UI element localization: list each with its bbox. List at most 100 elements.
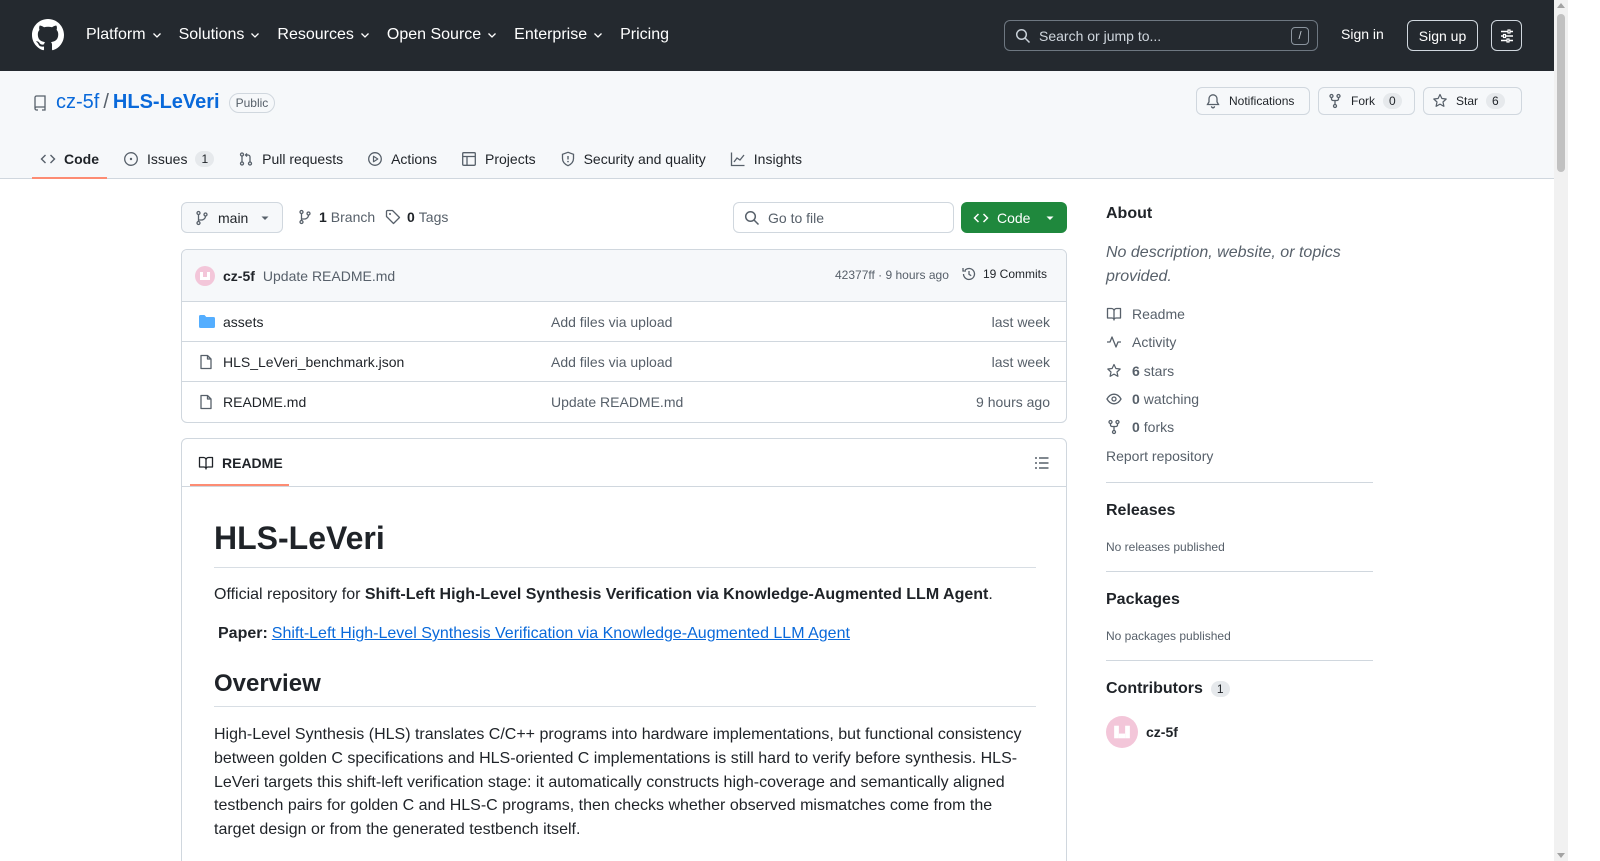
tab-label: Security and quality	[583, 151, 706, 167]
intro-suffix: .	[988, 586, 993, 603]
commit-hash-time[interactable]: 42377ff · 9 hours ago	[835, 268, 949, 282]
report-repository-link[interactable]: Report repository	[1106, 448, 1213, 464]
tab-pull-requests[interactable]: Pull requests	[230, 141, 351, 177]
tab-label: Actions	[391, 151, 438, 167]
file-row[interactable]: assets Add files via upload last week	[182, 302, 1066, 342]
branch-selector[interactable]: main	[181, 202, 283, 233]
readme-link[interactable]: Readme	[1106, 306, 1185, 322]
outline-list-icon[interactable]	[1034, 455, 1050, 471]
fork-button[interactable]: Fork 0	[1318, 87, 1415, 115]
sidebar-divider	[1106, 482, 1373, 483]
tag-count: 0	[407, 209, 415, 225]
sign-in-link[interactable]: Sign in	[1341, 26, 1384, 42]
paper-link[interactable]: Shift-Left High-Level Synthesis Verifica…	[272, 625, 850, 643]
about-heading: About	[1106, 205, 1153, 222]
tab-label: Issues	[147, 151, 188, 167]
tag-label: Tags	[418, 209, 449, 225]
branch-label: Branch	[330, 209, 376, 225]
fork-label: Fork	[1351, 94, 1375, 108]
watching-link[interactable]: 0 watching	[1106, 391, 1199, 407]
overview-text: High-Level Synthesis (HLS) translates C/…	[214, 726, 1022, 839]
star-button[interactable]: Star 6	[1423, 87, 1522, 115]
sliders-icon	[1500, 28, 1513, 43]
search-icon	[1015, 28, 1031, 43]
tab-insights[interactable]: Insights	[722, 141, 810, 177]
bell-icon	[1206, 94, 1220, 109]
contributors-heading[interactable]: Contributors	[1106, 680, 1203, 698]
commit-author-link[interactable]: cz-5f	[223, 268, 255, 284]
code-button[interactable]: Code	[961, 202, 1067, 233]
go-to-file-input[interactable]: Go to file	[733, 202, 954, 233]
tab-projects[interactable]: Projects	[453, 141, 544, 177]
file-icon	[200, 394, 212, 410]
nav-label: Enterprise	[514, 26, 588, 43]
tab-code[interactable]: Code	[32, 141, 107, 179]
nav-enterprise[interactable]: Enterprise	[514, 24, 604, 46]
page-scrollbar[interactable]	[1554, 0, 1568, 861]
file-date: 9 hours ago	[976, 394, 1050, 410]
file-row[interactable]: README.md Update README.md 9 hours ago	[182, 382, 1066, 422]
repo-owner-link[interactable]: cz-5f	[56, 91, 99, 114]
releases-heading[interactable]: Releases	[1106, 502, 1175, 520]
file-commit-message[interactable]: Add files via upload	[551, 354, 672, 370]
packages-heading[interactable]: Packages	[1106, 591, 1180, 609]
chevron-down-icon	[594, 33, 603, 38]
file-name-link[interactable]: assets	[223, 314, 263, 330]
file-name-link[interactable]: HLS_LeVeri_benchmark.json	[223, 354, 404, 370]
github-logo-icon[interactable]	[32, 19, 64, 51]
go-to-file-placeholder: Go to file	[768, 209, 825, 226]
sign-up-button[interactable]: Sign up	[1407, 20, 1478, 51]
file-commit-message[interactable]: Update README.md	[551, 394, 683, 410]
avatar-identicon-icon	[200, 271, 210, 280]
code-button-label: Code	[997, 209, 1031, 226]
file-date: last week	[991, 314, 1050, 330]
tab-issues[interactable]: Issues 1	[115, 141, 222, 177]
avatar[interactable]	[195, 265, 215, 286]
tags-link[interactable]: 0 Tags	[385, 209, 448, 225]
shield-icon	[561, 151, 574, 167]
contributor-item[interactable]: cz-5f	[1106, 716, 1178, 748]
overview-heading: Overview	[214, 670, 1036, 707]
scroll-up-arrow-icon[interactable]	[1557, 3, 1565, 8]
branches-link[interactable]: 1 Branch	[297, 209, 375, 225]
menu-button[interactable]	[1491, 20, 1522, 51]
tab-security[interactable]: Security and quality	[552, 141, 714, 177]
contributor-name: cz-5f	[1146, 724, 1178, 740]
fork-count: 0	[1383, 93, 1402, 109]
readme-paper-line: Paper: Shift-Left High-Level Synthesis V…	[214, 625, 850, 643]
nav-platform[interactable]: Platform	[86, 24, 163, 46]
scroll-down-arrow-icon[interactable]	[1557, 853, 1565, 858]
commit-message-link[interactable]: Update README.md	[263, 268, 395, 284]
nav-solutions[interactable]: Solutions	[179, 24, 262, 46]
repo-icon	[34, 94, 46, 111]
search-input[interactable]: Search or jump to... /	[1004, 20, 1318, 51]
readme-tab[interactable]: README	[198, 455, 283, 471]
branch-icon	[196, 210, 208, 225]
star-icon	[1107, 363, 1121, 377]
book-icon	[198, 456, 214, 470]
stars-link[interactable]: 6 stars	[1106, 363, 1174, 379]
repo-title: cz-5f / HLS-LeVeri Public	[32, 91, 276, 114]
chevron-down-icon	[251, 33, 260, 38]
notifications-button[interactable]: Notifications	[1196, 87, 1310, 115]
file-row[interactable]: HLS_LeVeri_benchmark.json Add files via …	[182, 342, 1066, 382]
code-icon	[40, 154, 56, 164]
nav-resources[interactable]: Resources	[277, 24, 370, 46]
nav-pricing[interactable]: Pricing	[620, 24, 669, 46]
file-commit-message[interactable]: Add files via upload	[551, 314, 672, 330]
readme-intro: Official repository for Shift-Left High-…	[214, 586, 993, 604]
commits-history-link[interactable]: 19 Commits	[961, 266, 1047, 282]
scrollbar-thumb[interactable]	[1557, 14, 1565, 172]
nav-label: Open Source	[386, 26, 482, 43]
file-date: last week	[991, 354, 1050, 370]
pull-request-icon	[240, 152, 253, 166]
nav-label: Pricing	[620, 26, 669, 43]
file-name-link[interactable]: README.md	[223, 394, 306, 410]
tab-actions[interactable]: Actions	[359, 141, 445, 177]
forks-link[interactable]: 0 forks	[1106, 419, 1174, 435]
watching-count: 0	[1132, 391, 1140, 407]
activity-link[interactable]: Activity	[1106, 334, 1176, 350]
nav-open-source[interactable]: Open Source	[387, 24, 498, 46]
repo-name-link[interactable]: HLS-LeVeri	[113, 91, 220, 114]
readme-panel: README HLS-LeVeri Official repository fo…	[181, 438, 1067, 861]
